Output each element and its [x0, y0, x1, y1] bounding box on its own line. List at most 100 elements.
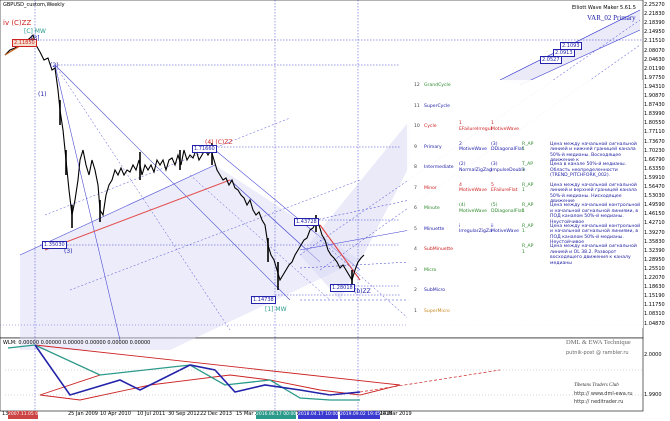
row-desc: Цена в канале 50%-й медианы. Область нео… [550, 162, 627, 178]
row-n: 10 [414, 124, 420, 129]
price-tick: 2.14950 [644, 29, 665, 36]
wave-degree-row: 4 SubMinuette R_AP 1 Цена между начальной с… [407, 244, 643, 266]
row-c1: (2) NormalZigZag [459, 162, 492, 173]
indicator-title: Elliott Wave Maker 5.61.5 [572, 5, 636, 11]
price-tick: 1.42710 [644, 220, 665, 227]
price-tick: 1.11750 [644, 302, 665, 309]
wave-box-mid-high[interactable]: 1.71660 [192, 145, 217, 153]
row-desc: Цена между начальной сигнальной линией и… [550, 141, 637, 164]
row-n: 7 [414, 185, 417, 191]
row-level: Cycle [424, 124, 437, 129]
price-tick: 1.59910 [644, 174, 665, 181]
price-tick: 1.53030 [644, 193, 665, 200]
price-tick: 1.35830 [644, 238, 665, 245]
row-n: 8 [414, 165, 417, 170]
time-highlight-2: 2016.06.17 00:00 [256, 411, 296, 419]
indicator-tick: 1.9900 [644, 392, 662, 398]
price-tick: 1.28950 [644, 256, 665, 263]
wave-box-bottom[interactable]: 1.14738 [251, 296, 276, 304]
price-tick: 1.97750 [644, 74, 665, 81]
price-tick: 1.70230 [644, 147, 665, 154]
row-desc: Цена между начальной сигнальной линией и… [550, 244, 637, 266]
row-c1: 4 MotiveWave [459, 182, 488, 194]
row-desc: Цена между начальной контрольной и начал… [550, 223, 641, 246]
wave-box-right[interactable]: 1.43728 [294, 218, 319, 226]
time-tick: 14 Mar 2019 [380, 411, 412, 417]
time-tick: 25 Jan 2009 [68, 411, 98, 417]
time-tick: 10 Jul 2011 [137, 411, 166, 417]
price-tick: 2.08070 [644, 47, 665, 54]
row-level: Minute [424, 206, 440, 211]
price-tick: 1.94310 [644, 83, 665, 90]
price-tick: 1.49590 [644, 202, 665, 209]
row-level: Intermediate [424, 165, 454, 170]
watermark-5: http:// neditrader.ru [574, 399, 624, 405]
wave-degree-row: 5 Minuette i IrregularZigZa ii MotiveWave R_… [407, 223, 643, 246]
time-tick: 30 Sep 2012 [168, 411, 200, 417]
price-tick: 2.01190 [644, 65, 665, 72]
wave-box-tr-3[interactable]: 2.0527 [540, 56, 562, 64]
row-n: 11 [414, 103, 420, 109]
price-tick: 1.80550 [644, 120, 665, 127]
time-tick: 22 Dec 2013 [200, 411, 232, 417]
price-tick: 1.08310 [644, 311, 665, 318]
wave-degree-row: 3 Micro [407, 265, 643, 285]
price-tick: 1.87430 [644, 102, 665, 109]
row-n: 9 [414, 144, 417, 150]
price-tick: 1.63350 [644, 165, 665, 172]
row-c3: R_AP 1 [522, 182, 534, 194]
row-level: SuperMicro [424, 308, 450, 314]
time-highlight-3: 2018.04.17 10:00 [298, 411, 338, 419]
indicator-window-label: WLM: 0.00000 0.00000 0.00000 0.00000 0.0… [3, 340, 151, 346]
price-tick: 1.18630 [644, 284, 665, 291]
wave-info-panel: 12 GrandCycle 11 SuperCycle 10 Cycle 1 EFailur… [407, 80, 643, 328]
row-c2: (3) DDiagonalFlat [491, 141, 524, 153]
wave-degree-row: 6 Minute (4) MotiveWave (5) DDiagonalFlat R_… [407, 203, 643, 225]
wave-label-top: iv (C)ZZ [3, 19, 32, 27]
wave-box-right-low[interactable]: 1.28018 [330, 284, 355, 292]
row-level: SuperCycle [424, 103, 451, 109]
row-c2: (5) DDiagonalFlat [491, 203, 524, 214]
wave-label-1: (1) [38, 91, 47, 98]
row-c3: R_AP 1 [522, 141, 534, 153]
wave-label-bottom: [1] MW [265, 306, 287, 313]
row-desc: Цена между начальной контрольной и начал… [550, 203, 641, 225]
wave-degree-row: 11 SuperCycle [407, 101, 643, 121]
time-highlight-1: 2007.11.05 00:00 [8, 411, 38, 419]
row-c1: (4) MotiveWave [459, 203, 488, 214]
price-tick: 2.04630 [644, 56, 665, 63]
wave-degree-row: 12 GrandCycle [407, 80, 643, 100]
row-level: Micro [424, 267, 437, 273]
row-level: SubMinuette [424, 247, 454, 252]
row-c1: i IrregularZigZa [459, 223, 492, 235]
price-tick: 2.11510 [644, 38, 665, 45]
price-tick: 1.15190 [644, 293, 665, 300]
wave-label-top-sub: [C] MW [24, 28, 46, 35]
time-highlight-4: 2019.09.02 19:45 [340, 411, 380, 419]
row-c3: R_AP 1 [522, 244, 534, 255]
indicator-tick: 2.0000 [644, 352, 662, 358]
row-level: Minuette [424, 226, 445, 232]
row-desc: Цена между начальной сигнальной линией и… [550, 182, 637, 205]
wave-box-left-low[interactable]: 1.35030 [42, 241, 67, 249]
wave-degree-row: 2 SubMicro [407, 285, 643, 305]
price-tick: 1.22070 [644, 275, 665, 281]
wave-degree-row: 1 SuperMicro [407, 306, 643, 326]
watermark-4: http:// www.dml-ewa.ru [574, 391, 633, 397]
wave-degree-row: 7 Minor 4 MotiveWave 5 EFailureFlat R_AP 1 Це… [407, 182, 643, 205]
watermark-3: Tibetans Traders Club [574, 383, 619, 388]
row-c2: 5 EFailureFlat [491, 182, 518, 194]
wave-label-right-low: (b)ZZ [354, 288, 371, 295]
row-c2: (3) ImpulseDouble [491, 162, 526, 173]
price-tick: 1.25510 [644, 265, 665, 272]
row-level: GrandCycle [424, 83, 451, 88]
symbol-label: GBPUSD_custom,Weekly [3, 2, 65, 8]
price-tick: 1.77110 [644, 129, 665, 136]
row-c1: 2 MotiveWave [459, 141, 488, 153]
wave-label-2: (2) [50, 62, 59, 69]
price-tick: 2.18390 [644, 20, 665, 27]
row-c3: R_AP 1 [522, 203, 534, 214]
row-c3: R_AP 1 [522, 223, 534, 235]
price-tick: 1.66790 [644, 156, 665, 163]
wave-degree-row: 8 Intermediate (2) NormalZigZag (3) Impulse… [407, 162, 643, 182]
